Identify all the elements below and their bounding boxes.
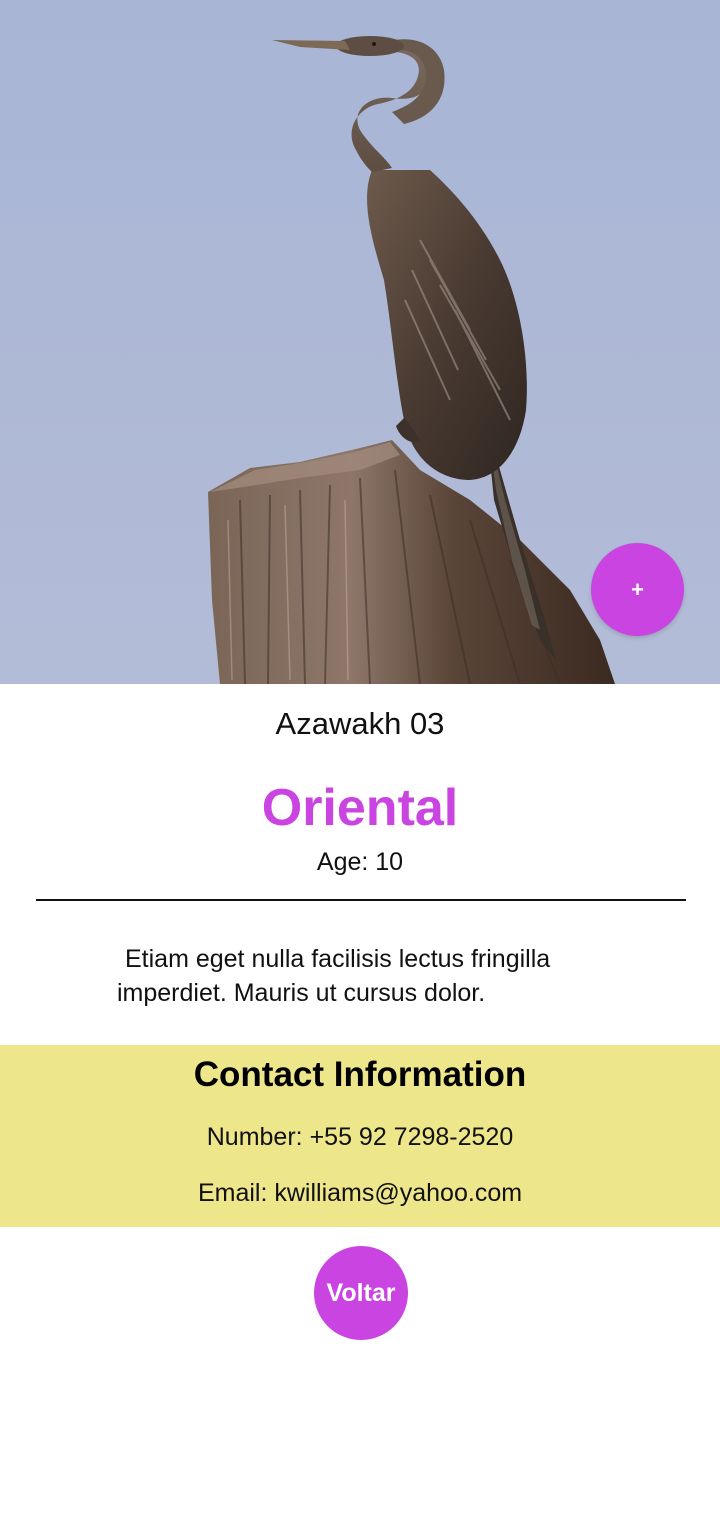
contact-title: Contact Information [193,1055,527,1094]
back-button[interactable]: Voltar [314,1246,408,1340]
contact-section: Contact Information Number: +55 92 7298-… [0,1045,720,1227]
contact-number: Number: +55 92 7298-2520 [0,1123,720,1152]
age-label: Age: [316,848,369,876]
pet-name: Azawakh 03 [275,706,445,741]
contact-email-value: kwilliams@yahoo.com [274,1179,523,1207]
add-favorite-button[interactable]: + [591,543,684,636]
contact-email-label: Email: [197,1179,268,1207]
contact-number-label: Number: [206,1123,303,1151]
contact-number-value: +55 92 7298-2520 [309,1123,514,1151]
pet-breed: Oriental [261,779,459,837]
section-divider [36,899,686,901]
pet-description: Etiam eget nulla facilisis lectus fringi… [117,945,551,1007]
pet-detail-screen: + Azawakh 03 Oriental Age: 10 Etiam eget… [0,0,720,1521]
age-value: 10 [375,848,404,876]
pet-photo: + [0,0,720,684]
contact-email: Email: kwilliams@yahoo.com [0,1179,720,1208]
pet-age: Age: 10 [0,848,720,877]
